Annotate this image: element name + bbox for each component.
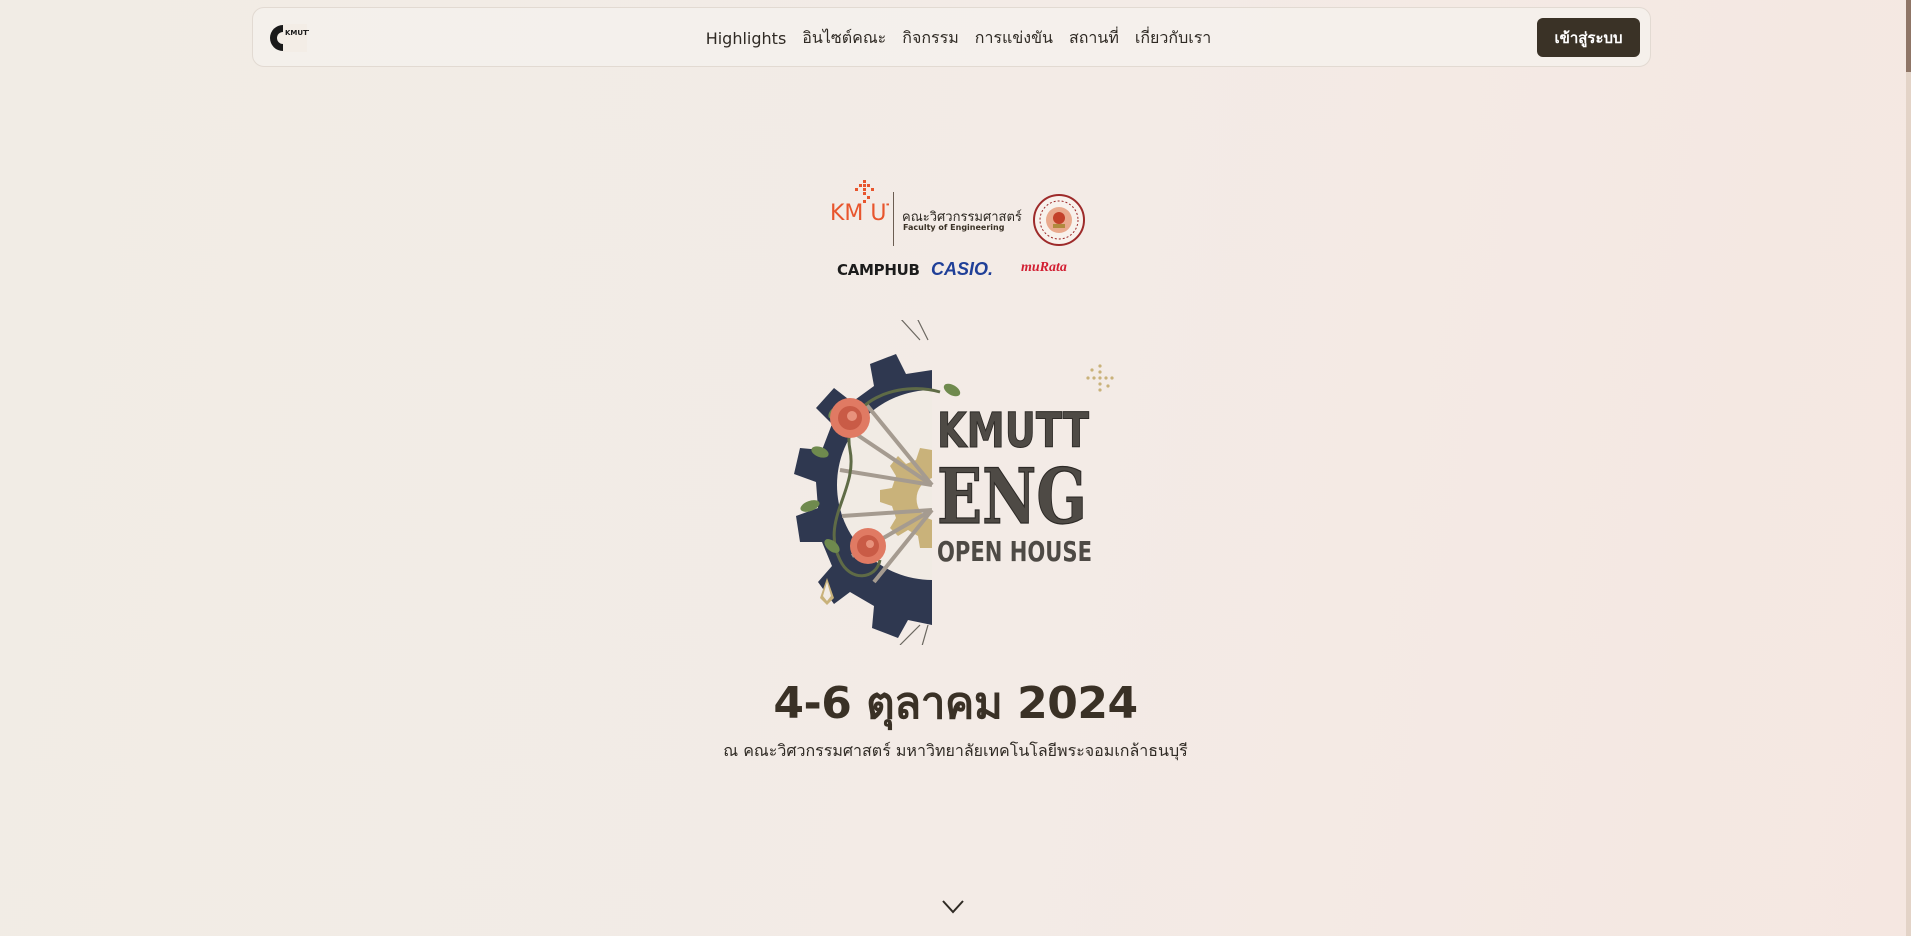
svg-text:ENG: ENG [937, 452, 1087, 541]
rose-top [830, 398, 870, 438]
event-venue: ณ คณะวิศวกรรมศาสตร์ มหาวิทยาลัยเทคโนโลยี… [723, 741, 1188, 760]
student-union-seal [1033, 194, 1085, 246]
casio-logo: CASIO. [931, 259, 994, 279]
nav-link-about[interactable]: เกี่ยวกับเรา [1135, 26, 1211, 51]
kmutt-logo: KM UTT [829, 180, 914, 246]
camphub-logo: CAMPHUB [837, 261, 920, 279]
nav-link-activities[interactable]: กิจกรรม [902, 26, 958, 51]
page-scrollbar[interactable] [1906, 0, 1911, 936]
nav-link-competitions[interactable]: การแข่งขัน [975, 26, 1053, 51]
rose-bottom [850, 528, 886, 564]
chevron-down-icon [942, 900, 964, 914]
faculty-name-en: Faculty of Engineering [903, 223, 1005, 232]
scroll-down-chevron[interactable] [940, 896, 966, 918]
nav-link-highlights[interactable]: Highlights [706, 29, 787, 48]
open-house-key-visual: KMUTT ENG OPEN HOUSE [780, 315, 1125, 647]
svg-text:OPEN HOUSE: OPEN HOUSE [937, 535, 1092, 568]
nav-link-locations[interactable]: สถานที่ [1069, 26, 1119, 51]
event-date: 4-6 ตุลาคม 2024 [773, 678, 1138, 729]
murata-logo: muRata [1021, 260, 1067, 275]
nav-links: Highlights อินไซต์คณะ กิจกรรม การแข่งขัน… [253, 8, 1650, 68]
login-button[interactable]: เข้าสู่ระบบ [1537, 18, 1640, 57]
scrollbar-thumb[interactable] [1906, 0, 1911, 72]
faculty-divider [893, 192, 894, 246]
top-navbar: KMUTT ENG Highlights อินไซต์คณะ กิจกรรม … [252, 7, 1651, 67]
svg-text:KMUTT: KMUTT [937, 403, 1089, 459]
nav-link-faculty-insight[interactable]: อินไซต์คณะ [802, 26, 886, 51]
svg-text:KM UTT: KM UTT [830, 201, 889, 226]
